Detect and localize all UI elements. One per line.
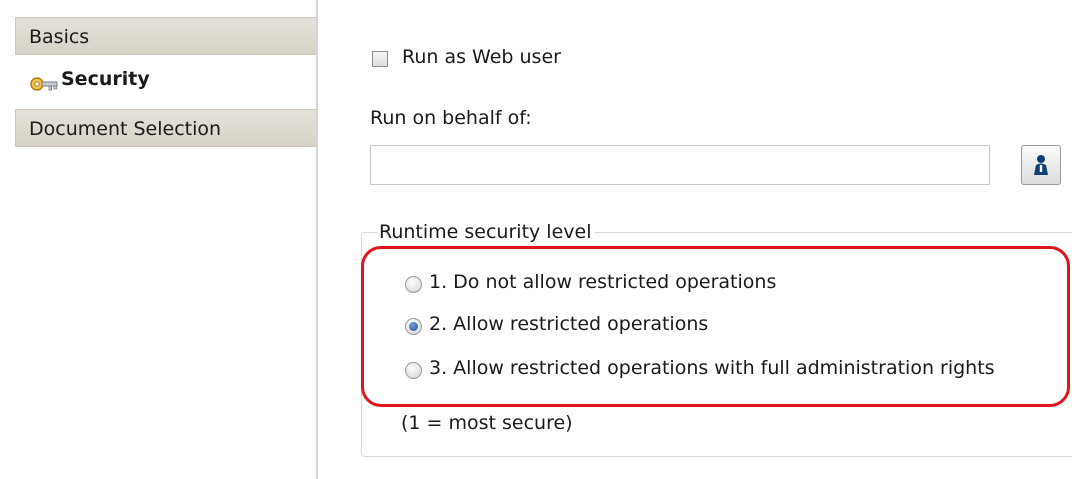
- run-as-web-user-label[interactable]: Run as Web user: [402, 46, 561, 68]
- sidebar-item-document-selection[interactable]: Document Selection: [15, 109, 317, 147]
- sidebar-item-security[interactable]: Security: [15, 62, 317, 96]
- user-picker-button[interactable]: [1021, 145, 1061, 185]
- security-note: (1 = most secure): [401, 412, 573, 434]
- sidebar: Basics Security Document Selection: [0, 0, 318, 479]
- highlight-annotation: [361, 246, 1070, 407]
- sidebar-item-basics[interactable]: Basics: [15, 17, 317, 55]
- key-icon: [29, 70, 59, 91]
- sidebar-item-label: Document Selection: [29, 118, 222, 140]
- security-level-title: Runtime security level: [377, 220, 596, 244]
- sidebar-divider: [316, 0, 318, 479]
- run-on-behalf-input[interactable]: [370, 145, 990, 185]
- sidebar-item-label: Basics: [29, 26, 90, 48]
- run-as-web-user-checkbox[interactable]: [372, 51, 388, 67]
- run-on-behalf-label: Run on behalf of:: [370, 107, 532, 129]
- sidebar-item-label: Security: [61, 68, 150, 90]
